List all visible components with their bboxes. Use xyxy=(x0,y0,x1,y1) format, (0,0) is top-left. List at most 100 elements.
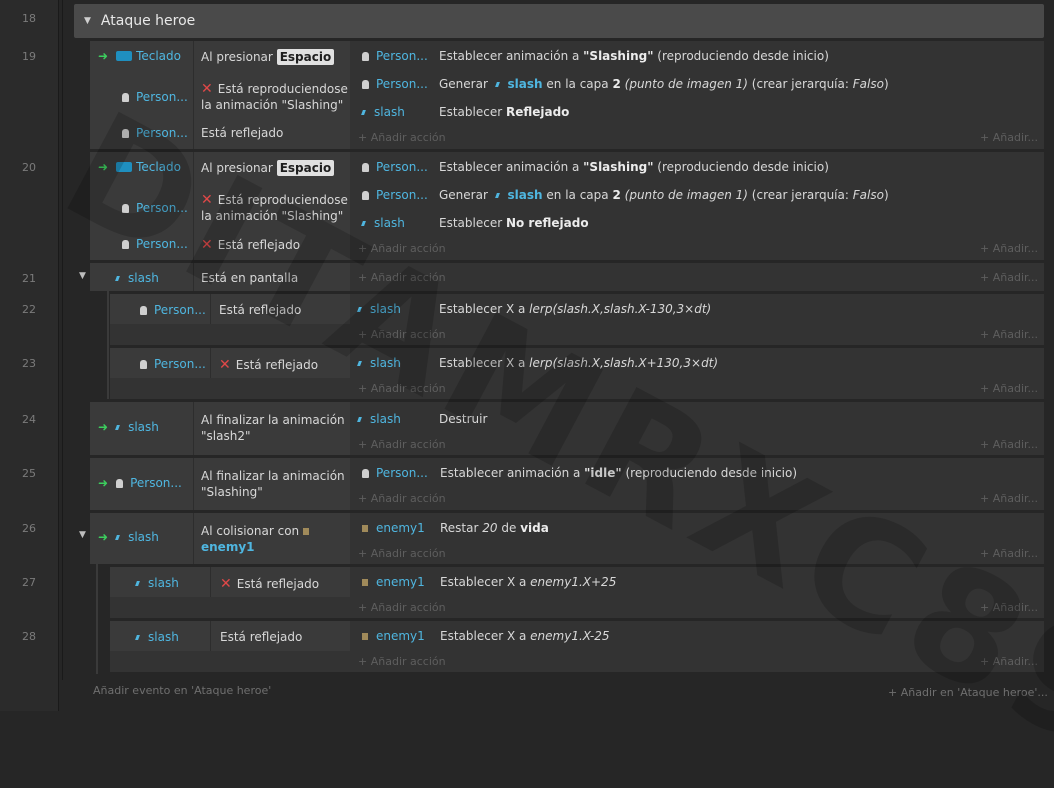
event-28-conditions[interactable]: slash Está reflejado xyxy=(110,621,350,651)
event-22-conditions[interactable]: Person... Está reflejado xyxy=(110,294,350,324)
condition-text[interactable]: ✕ Está reflejado xyxy=(220,576,319,592)
add-action-button[interactable]: + Añadir acción + Añadir... xyxy=(358,492,1038,505)
collapse-triangle-icon[interactable]: ▼ xyxy=(79,530,86,540)
condition-object[interactable]: Person... xyxy=(122,90,188,104)
action-text[interactable]: Establecer animación a "Slashing" (repro… xyxy=(439,49,829,63)
condition-object[interactable]: ➜ Person... xyxy=(98,476,182,490)
add-more-button[interactable]: + Añadir... xyxy=(980,438,1038,451)
action-row[interactable]: enemy1 xyxy=(362,575,425,589)
condition-text[interactable]: ✕ Está reproduciendose la animación "Slas… xyxy=(201,81,348,113)
condition-text[interactable]: Al presionar Espacio xyxy=(201,160,335,176)
condition-text[interactable]: ✕ Está reproduciendose la animación "Slas… xyxy=(201,192,348,224)
add-more-button[interactable]: + Añadir... xyxy=(980,655,1038,668)
action-row[interactable]: slash xyxy=(361,105,405,119)
action-text[interactable]: Establecer Reflejado xyxy=(439,105,569,119)
action-row[interactable]: slash xyxy=(357,412,401,426)
action-text[interactable]: Establecer No reflejado xyxy=(439,216,589,230)
event-20-conditions[interactable]: ➜ Teclado Al presionar Espacio Person...… xyxy=(90,152,350,260)
add-more-button[interactable]: + Añadir... xyxy=(980,601,1038,614)
event-24-conditions[interactable]: ➜ slash Al finalizar la animación "slash… xyxy=(90,402,350,455)
event-23-actions[interactable]: slash Establecer X a lerp(slash.X,slash.… xyxy=(352,348,1044,399)
event-21[interactable]: slash Está en pantalla + Añadir acción +… xyxy=(90,263,1044,291)
condition-keyboard[interactable]: ➜ Teclado xyxy=(98,49,181,63)
condition-object[interactable]: Person... xyxy=(122,126,188,140)
add-action-button[interactable]: + Añadir acción + Añadir... xyxy=(358,382,1038,395)
condition-object[interactable]: Person... xyxy=(140,357,206,371)
action-row[interactable]: Person... xyxy=(362,188,428,202)
add-event-in-group-button[interactable]: Añadir evento en 'Ataque heroe' xyxy=(93,684,271,697)
event-20[interactable]: ➜ Teclado Al presionar Espacio Person...… xyxy=(90,152,1044,260)
condition-text[interactable]: Está reflejado xyxy=(220,630,302,644)
action-text[interactable]: Establecer animación a "Slashing" (repro… xyxy=(439,160,829,174)
event-27-conditions[interactable]: slash ✕ Está reflejado xyxy=(110,567,350,597)
event-22[interactable]: Person... Está reflejado slash Establece… xyxy=(110,294,1044,345)
event-22-actions[interactable]: slash Establecer X a lerp(slash.X,slash.… xyxy=(352,294,1044,345)
event-26-actions[interactable]: enemy1 Restar 20 de vida + Añadir acción… xyxy=(352,513,1044,564)
event-27-actions[interactable]: enemy1 Establecer X a enemy1.X+25 + Añad… xyxy=(352,567,1044,618)
event-19-conditions[interactable]: ➜ Teclado Al presionar Espacio Person...… xyxy=(90,41,350,149)
condition-object[interactable]: slash xyxy=(115,271,159,285)
event-20-actions[interactable]: Person... Establecer animación a "Slashi… xyxy=(352,152,1044,260)
add-action-button[interactable]: + Añadir acción + Añadir... xyxy=(358,271,1038,284)
event-23[interactable]: Person... ✕ Está reflejado slash Establec… xyxy=(110,348,1044,399)
condition-text[interactable]: Está en pantalla xyxy=(201,271,298,285)
add-in-group-button[interactable]: + Añadir en 'Ataque heroe'... xyxy=(888,686,1048,699)
event-19[interactable]: ➜ Teclado Al presionar Espacio Person...… xyxy=(90,41,1044,149)
add-more-button[interactable]: + Añadir... xyxy=(980,382,1038,395)
event-23-conditions[interactable]: Person... ✕ Está reflejado xyxy=(110,348,350,378)
condition-text[interactable]: ✕ Está reflejado xyxy=(219,357,318,373)
event-27[interactable]: slash ✕ Está reflejado enemy1 Establecer … xyxy=(110,567,1044,618)
add-action-button[interactable]: + Añadir acción + Añadir... xyxy=(358,547,1038,560)
condition-text[interactable]: Está reflejado xyxy=(219,303,301,317)
event-28-actions[interactable]: enemy1 Establecer X a enemy1.X-25 + Añad… xyxy=(352,621,1044,672)
add-more-button[interactable]: + Añadir... xyxy=(980,492,1038,505)
condition-text[interactable]: Al finalizar la animación "slash2" xyxy=(201,412,345,444)
add-action-button[interactable]: + Añadir acción + Añadir... xyxy=(358,328,1038,341)
event-21-actions[interactable]: + Añadir acción + Añadir... xyxy=(352,263,1044,291)
condition-text[interactable]: ✕ Está reflejado xyxy=(201,237,300,253)
add-action-button[interactable]: + Añadir acción + Añadir... xyxy=(358,242,1038,255)
add-more-button[interactable]: + Añadir... xyxy=(980,242,1038,255)
action-text[interactable]: Establecer X a enemy1.X-25 xyxy=(440,629,610,643)
add-more-button[interactable]: + Añadir... xyxy=(980,328,1038,341)
add-action-button[interactable]: + Añadir acción + Añadir... xyxy=(358,655,1038,668)
add-more-button[interactable]: + Añadir... xyxy=(980,271,1038,284)
collapse-triangle-icon[interactable]: ▼ xyxy=(79,271,86,281)
action-row[interactable]: Person... xyxy=(362,49,428,63)
action-row[interactable]: enemy1 xyxy=(362,629,425,643)
condition-text[interactable]: Al finalizar la animación "Slashing" xyxy=(201,468,345,500)
action-text[interactable]: Generar slash en la capa 2 (punto de ima… xyxy=(439,188,889,202)
action-row[interactable]: Person... xyxy=(362,77,428,91)
action-row[interactable]: enemy1 xyxy=(362,521,425,535)
event-25-actions[interactable]: Person... Establecer animación a "idle" … xyxy=(352,458,1044,510)
action-row[interactable]: Person... xyxy=(362,160,428,174)
event-19-actions[interactable]: Person... Establecer animación a "Slashi… xyxy=(352,41,1044,149)
add-more-button[interactable]: + Añadir... xyxy=(980,547,1038,560)
action-text[interactable]: Restar 20 de vida xyxy=(440,521,549,535)
action-text[interactable]: Establecer X a enemy1.X+25 xyxy=(440,575,616,589)
condition-text[interactable]: Al colisionar con enemy1 xyxy=(201,523,317,555)
action-text[interactable]: Establecer animación a "idle" (reproduci… xyxy=(440,466,797,480)
add-action-button[interactable]: + Añadir acción + Añadir... xyxy=(358,438,1038,451)
event-21-conditions[interactable]: slash Está en pantalla xyxy=(90,263,350,291)
event-25-conditions[interactable]: ➜ Person... Al finalizar la animación "S… xyxy=(90,458,350,510)
event-24[interactable]: ➜ slash Al finalizar la animación "slash… xyxy=(90,402,1044,455)
condition-object[interactable]: Person... xyxy=(122,201,188,215)
event-group-header[interactable]: ▼ Ataque heroe xyxy=(74,4,1044,38)
action-text[interactable]: Establecer X a lerp(slash.X,slash.X+130,… xyxy=(439,356,718,370)
action-row[interactable]: slash xyxy=(357,302,401,316)
condition-text[interactable]: Está reflejado xyxy=(201,126,283,140)
event-25[interactable]: ➜ Person... Al finalizar la animación "S… xyxy=(90,458,1044,510)
event-26[interactable]: ➜ slash Al colisionar con enemy1 enemy1 … xyxy=(90,513,1044,564)
action-text[interactable]: Generar slash en la capa 2 (punto de ima… xyxy=(439,77,889,91)
collapse-triangle-icon[interactable]: ▼ xyxy=(84,16,91,26)
add-more-button[interactable]: + Añadir... xyxy=(980,131,1038,144)
action-row[interactable]: Person... xyxy=(362,466,428,480)
event-28[interactable]: slash Está reflejado enemy1 Establecer X… xyxy=(110,621,1044,672)
condition-object[interactable]: Person... xyxy=(140,303,206,317)
condition-object[interactable]: slash xyxy=(135,576,179,590)
condition-text[interactable]: Al presionar Espacio xyxy=(201,49,335,65)
action-text[interactable]: Establecer X a lerp(slash.X,slash.X-130,… xyxy=(439,302,711,316)
action-row[interactable]: slash xyxy=(361,216,405,230)
event-26-conditions[interactable]: ➜ slash Al colisionar con enemy1 xyxy=(90,513,350,564)
